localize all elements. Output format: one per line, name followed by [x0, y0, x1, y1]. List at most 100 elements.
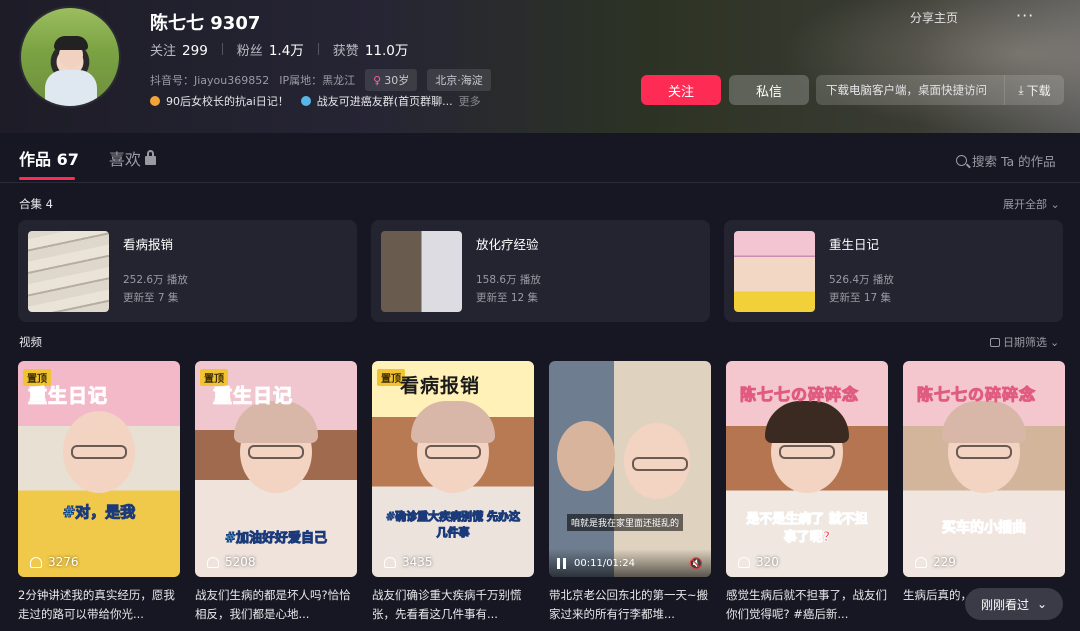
video-description[interactable]: 带北京老公回东北的第一天~搬家过来的所有行李都堆... [549, 586, 711, 624]
collection-card[interactable]: 看病报销 252.6万 播放 更新至 7 集 [18, 220, 357, 322]
collection-title: 重生日记 [829, 237, 880, 252]
like-count: 3276 [30, 555, 79, 569]
profile-name: 陈七七 9307 [150, 13, 261, 34]
tab-likes[interactable]: 喜欢 [109, 146, 156, 170]
video-thumbnail[interactable]: 陈七七の碎碎念 买车的小插曲 229 [903, 361, 1065, 577]
video-subtitle: 是不是生病了 就不担事了呢? [746, 512, 869, 546]
more-options-icon[interactable]: ··· [1016, 6, 1034, 25]
gender-icon: ♀ [373, 74, 382, 87]
collection-updated: 更新至 12 集 [476, 292, 539, 304]
video-item[interactable]: 陈七七の碎碎念 买车的小插曲 229 生病后真的，明明想好的... [903, 361, 1065, 624]
bio-more-link[interactable]: 更多 [459, 93, 481, 109]
heart-icon [738, 556, 750, 568]
mute-icon[interactable]: 🔇 [689, 557, 703, 570]
likes-stat: 获赞 11.0万 [332, 43, 409, 59]
video-description[interactable]: 2分钟讲述我的真实经历，愿我走过的路可以带给你光... [18, 586, 180, 624]
video-banner: 陈七七の碎碎念 [739, 385, 860, 405]
video-description[interactable]: 战友们确诊重大疾病千万别慌张，先看看这几件事有... [372, 586, 534, 624]
tabs-divider [0, 182, 1080, 183]
collection-title: 看病报销 [123, 237, 174, 252]
like-count: 3435 [384, 555, 433, 569]
collection-thumbnail [734, 231, 815, 312]
heart-icon [30, 556, 42, 568]
tab-works[interactable]: 作品 67 [19, 146, 79, 180]
chevron-down-icon: ⌄ [1050, 335, 1060, 349]
collection-updated: 更新至 7 集 [123, 292, 179, 304]
video-subtitle: #确诊重大疾病别慌 先办这几件事 [385, 510, 521, 540]
search-icon [956, 155, 967, 166]
video-banner: 重生日记 [212, 385, 294, 408]
video-item[interactable]: 咱就是我在家里面还挺乱的 00:11/01:24 🔇 带北京老公回东北的第一天~… [549, 361, 711, 624]
video-description[interactable]: 感觉生病后就不担事了，战友们你们觉得呢? #癌后新... [726, 586, 888, 624]
download-icon: ⤓ [1018, 82, 1024, 97]
message-button[interactable]: 私信 [729, 75, 809, 105]
profile-header: 陈七七 9307 关注 299 粉丝 1.4万 获赞 11.0万 抖音号：Jiayou… [0, 0, 1080, 133]
download-client-text: 下载电脑客户端，桌面快捷访问 [826, 83, 987, 97]
sun-icon [150, 96, 160, 106]
video-player-controls: 00:11/01:24 🔇 [549, 549, 711, 577]
avatar[interactable] [19, 6, 121, 108]
lock-icon [144, 150, 156, 165]
video-item[interactable]: 置顶 重生日记 #加油好好爱自己 5208 战友们生病的都是坏人吗?恰恰相反，我… [195, 361, 357, 624]
like-count: 5208 [207, 555, 256, 569]
video-thumbnail[interactable]: 置顶 重生日记 #对，是我 3276 [18, 361, 180, 577]
videos-grid: 置顶 重生日记 #对，是我 3276 2分钟讲述我的真实经历，愿我走过的路可以带… [18, 361, 1065, 624]
share-profile-button[interactable]: 分享主页 [910, 9, 958, 26]
video-banner: 重生日记 [27, 385, 109, 408]
collection-thumbnail [381, 231, 462, 312]
collection-title: 放化疗经验 [476, 237, 539, 252]
heart-icon [915, 556, 927, 568]
collection-plays: 526.4万 播放 [829, 274, 894, 286]
video-subtitle: 买车的小插曲 [942, 520, 1027, 537]
collections-list: 看病报销 252.6万 播放 更新至 7 集 放化疗经验 158.6万 播放 更… [18, 220, 1063, 322]
expand-all-link[interactable]: 展开全部 ⌄ [1003, 196, 1060, 212]
video-banner: 陈七七の碎碎念 [916, 385, 1037, 405]
collection-card[interactable]: 放化疗经验 158.6万 播放 更新至 12 集 [371, 220, 710, 322]
douyin-id: 抖音号：Jiayou369852 [150, 74, 270, 87]
collection-updated: 更新至 17 集 [829, 292, 892, 304]
video-subtitle: #加油好好爱自己 [225, 531, 328, 547]
heart-icon [384, 556, 396, 568]
collection-thumbnail [28, 231, 109, 312]
chevron-down-icon: ⌄ [1050, 198, 1060, 211]
video-subtitle: #对，是我 [62, 503, 136, 522]
collection-card[interactable]: 重生日记 526.4万 播放 更新至 17 集 [724, 220, 1063, 322]
search-works[interactable]: 搜索 Ta 的作品 [956, 151, 1056, 170]
video-thumbnail[interactable]: 置顶 看病报销 #确诊重大疾病别慌 先办这几件事 3435 [372, 361, 534, 577]
video-item[interactable]: 置顶 重生日记 #对，是我 3276 2分钟讲述我的真实经历，愿我走过的路可以带… [18, 361, 180, 624]
follow-button[interactable]: 关注 [641, 75, 721, 105]
like-count: 320 [738, 555, 779, 569]
heart-icon [207, 556, 219, 568]
profile-stats: 关注 299 粉丝 1.4万 获赞 11.0万 [150, 39, 409, 60]
download-button[interactable]: ⤓ 下载 [1004, 75, 1064, 105]
profile-tabs: 作品 67 喜欢 [19, 146, 156, 180]
video-item[interactable]: 置顶 看病报销 #确诊重大疾病别慌 先办这几件事 3435 战友们确诊重大疾病千… [372, 361, 534, 624]
bio-line-1: 90后女校长的抗ai日记！ [166, 95, 289, 108]
video-thumbnail[interactable]: 咱就是我在家里面还挺乱的 00:11/01:24 🔇 [549, 361, 711, 577]
profile-bio: 90后女校长的抗ai日记！ 战友可进癌友群(首页群聊... 更多 [150, 93, 481, 109]
video-banner: 看病报销 [400, 375, 481, 397]
download-client-bar: 下载电脑客户端，桌面快捷访问 ⤓ 下载 [816, 75, 1064, 105]
profile-meta: 抖音号：Jiayou369852 IP属地：黑龙江 ♀ 30岁 北京·海淀 [150, 69, 491, 91]
calendar-icon [990, 337, 1000, 347]
age-pill: ♀ 30岁 [365, 69, 418, 91]
fans-stat[interactable]: 粉丝 1.4万 [237, 39, 304, 59]
video-item[interactable]: 陈七七の碎碎念 是不是生病了 就不担事了呢? 320 感觉生病后就不担事了，战友… [726, 361, 888, 624]
following-stat[interactable]: 关注 299 [150, 40, 208, 59]
location-pill: 北京·海淀 [427, 69, 491, 91]
globe-icon [300, 96, 311, 106]
collections-title: 合集 4 [19, 197, 53, 211]
video-time: 00:11/01:24 [574, 557, 636, 569]
collection-plays: 252.6万 播放 [123, 274, 188, 286]
video-thumbnail[interactable]: 置顶 重生日记 #加油好好爱自己 5208 [195, 361, 357, 577]
recently-viewed-button[interactable]: 刚刚看过 ⌄ [965, 588, 1063, 620]
video-description[interactable]: 战友们生病的都是坏人吗?恰恰相反，我们都是心地... [195, 586, 357, 624]
like-count: 229 [915, 555, 956, 569]
date-filter[interactable]: 日期筛选 ⌄ [990, 334, 1059, 350]
video-caption: 咱就是我在家里面还挺乱的 [567, 514, 684, 531]
ip-location: IP属地：黑龙江 [279, 74, 356, 87]
videos-label: 视频 [19, 335, 42, 349]
pause-icon[interactable] [557, 557, 566, 569]
collection-plays: 158.6万 播放 [476, 274, 541, 286]
video-thumbnail[interactable]: 陈七七の碎碎念 是不是生病了 就不担事了呢? 320 [726, 361, 888, 577]
